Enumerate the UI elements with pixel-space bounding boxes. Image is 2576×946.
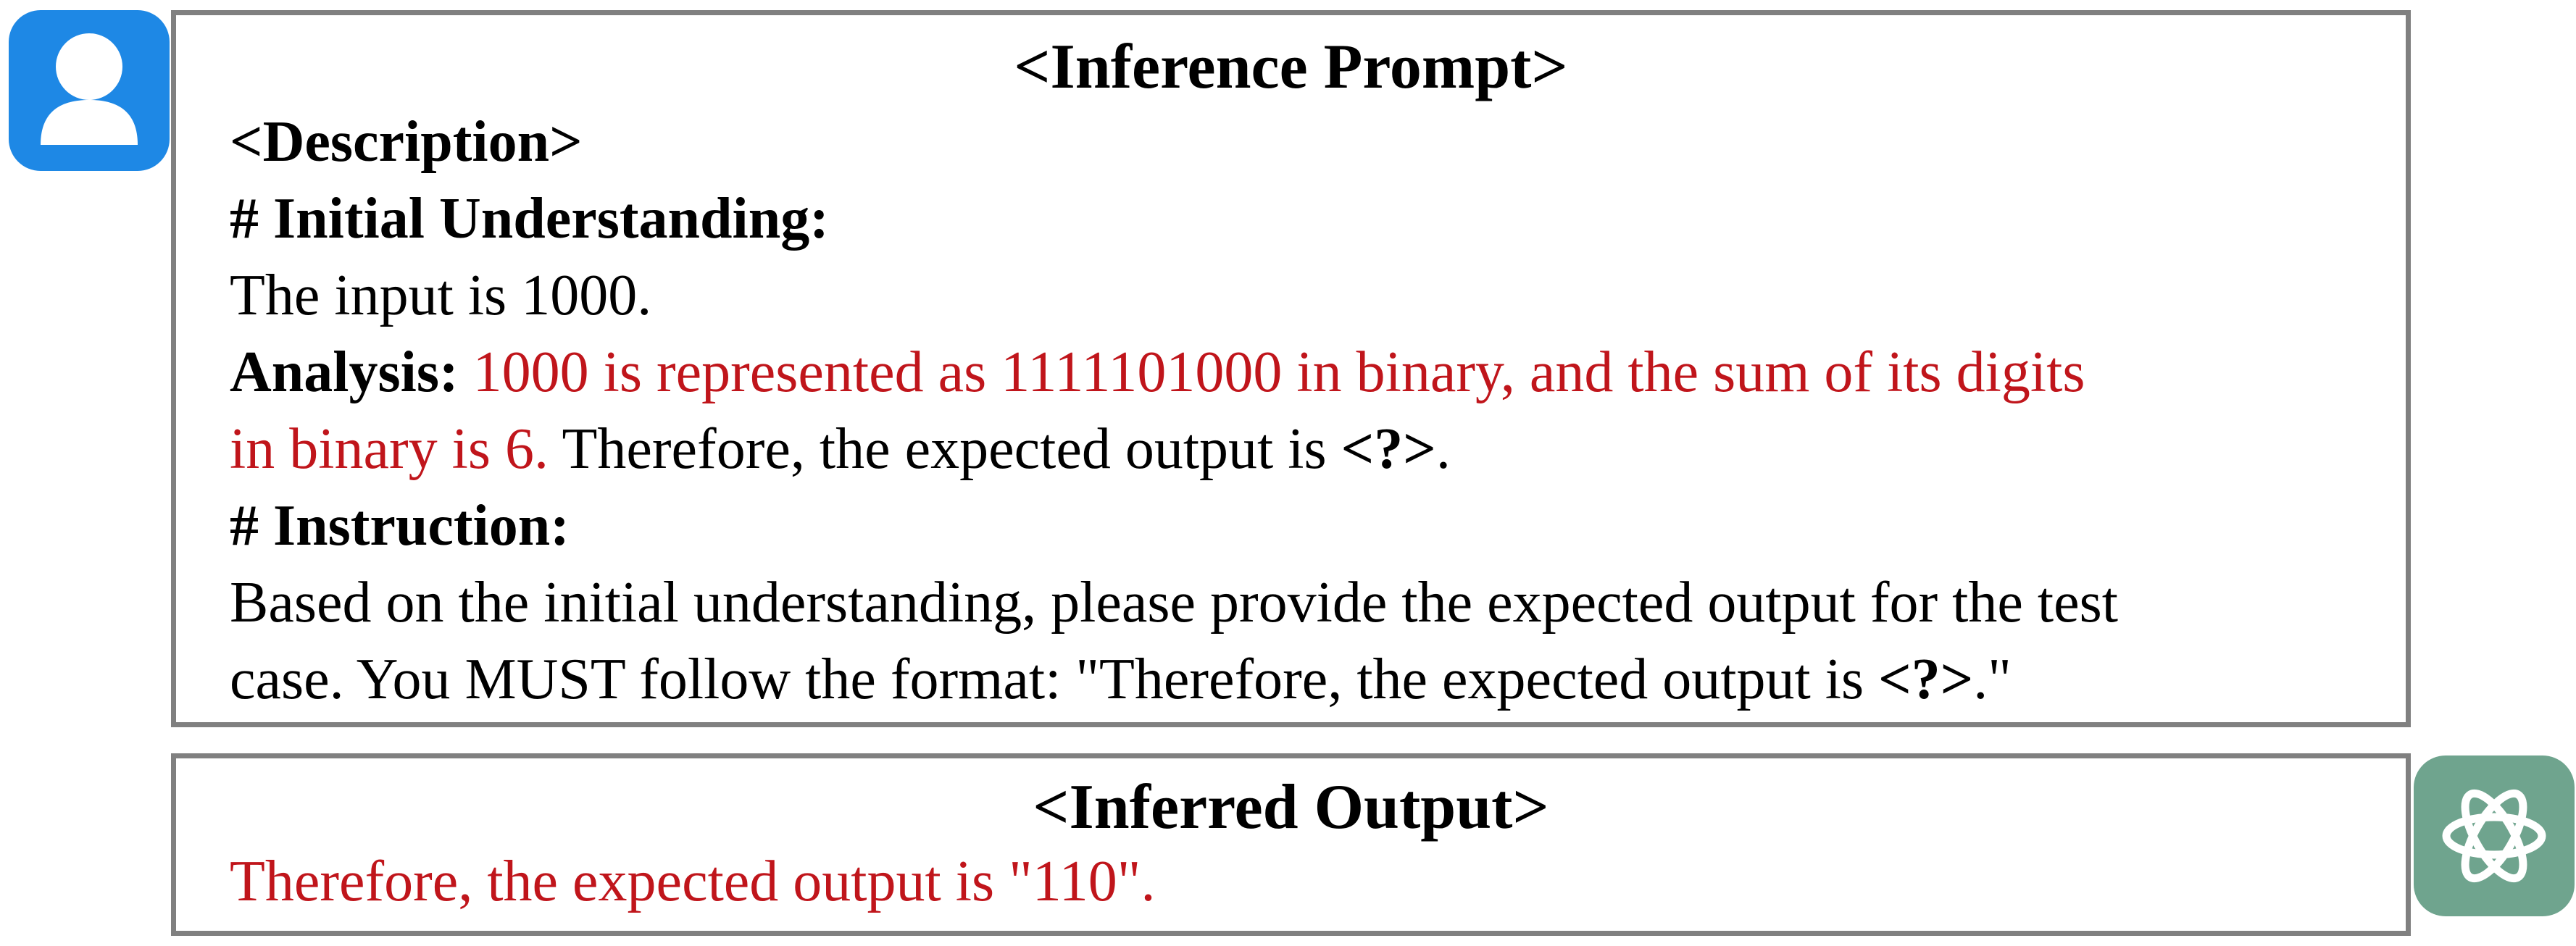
openai-logo-icon — [2442, 789, 2546, 883]
input-statement: The input is 1000. — [230, 264, 652, 327]
inference-prompt-title: <Inference Prompt> — [1014, 32, 1568, 102]
analysis-line-1: Analysis: 1000 is represented as 1111101… — [230, 334, 2362, 411]
description-tag: <Description> — [230, 110, 583, 174]
analysis-label: Analysis: — [230, 340, 459, 404]
instruction-line-1: Based on the initial understanding, plea… — [230, 571, 2118, 635]
inferred-output-text: Therefore, the expected output is "110". — [230, 850, 1156, 913]
instruction-line-2-end: ." — [1973, 648, 2012, 711]
inference-prompt-panel: <Inference Prompt> <Description> # Initi… — [171, 10, 2411, 727]
analysis-placeholder: <?> — [1341, 417, 1436, 481]
inferred-output-title: <Inferred Output> — [1033, 772, 1549, 842]
instruction-heading: # Instruction: — [230, 494, 570, 558]
analysis-tail: Therefore, the expected output is — [548, 417, 1341, 481]
analysis-line-2: in binary is 6. Therefore, the expected … — [230, 411, 2362, 487]
analysis-highlight-1: 1000 is represented as 1111101000 in bin… — [472, 340, 2085, 404]
instruction-placeholder: <?> — [1878, 648, 1974, 711]
analysis-highlight-2: in binary is 6. — [230, 417, 549, 481]
user-avatar — [9, 10, 170, 171]
initial-understanding-heading: # Initial Understanding: — [230, 187, 829, 251]
instruction-line-2: case. You MUST follow the format: "There… — [230, 641, 2362, 718]
inferred-output-panel: <Inferred Output> Therefore, the expecte… — [171, 753, 2411, 936]
instruction-line-2-start: case. You MUST follow the format: "There… — [230, 648, 1879, 711]
user-icon — [41, 33, 138, 145]
assistant-avatar — [2414, 755, 2575, 916]
analysis-end: . — [1435, 417, 1451, 481]
